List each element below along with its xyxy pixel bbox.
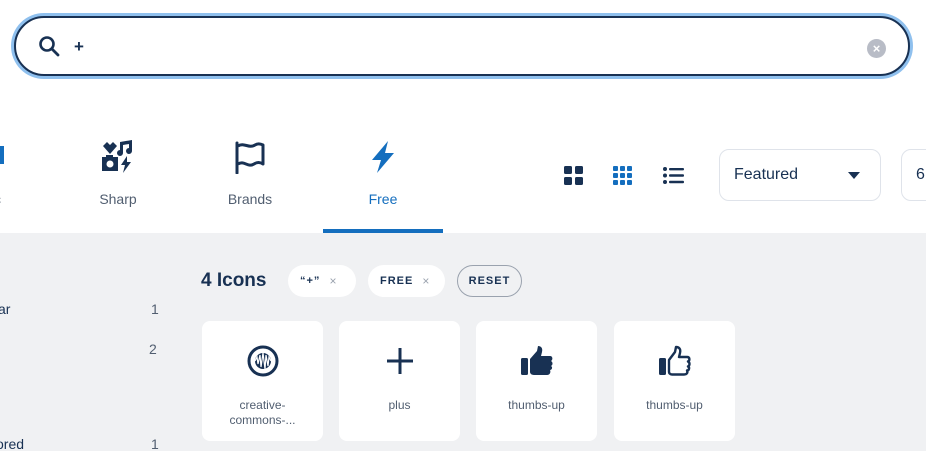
tab-brands[interactable]: Brands bbox=[190, 138, 310, 232]
sort-dropdown[interactable]: Featured bbox=[719, 149, 881, 201]
filter-chip-free[interactable]: FREE × bbox=[368, 265, 445, 297]
close-icon[interactable]: × bbox=[329, 274, 336, 288]
icon-card[interactable]: creative- commons-... bbox=[202, 321, 323, 441]
tab-sharp[interactable]: Sharp bbox=[58, 138, 178, 232]
thumbs-up-regular-icon bbox=[614, 345, 735, 377]
facet-count: 1 bbox=[151, 436, 159, 452]
search-input[interactable] bbox=[72, 32, 856, 62]
bolt-icon bbox=[323, 138, 443, 174]
search-icon bbox=[38, 35, 60, 62]
grid-medium-icon bbox=[612, 165, 632, 185]
chip-label: “+” bbox=[300, 275, 321, 287]
tab-free[interactable]: Free bbox=[323, 138, 443, 232]
thumbs-up-solid-icon bbox=[476, 345, 597, 377]
reset-button[interactable]: RESET bbox=[457, 265, 522, 297]
icon-name: plus bbox=[388, 398, 411, 412]
view-list-button[interactable] bbox=[661, 163, 685, 187]
view-medium-grid-button[interactable] bbox=[610, 163, 634, 187]
icon-name-line: creative- bbox=[239, 398, 286, 412]
tab-free-label: Free bbox=[368, 191, 398, 207]
icon-card[interactable]: thumbs-up bbox=[614, 321, 735, 441]
icon-card[interactable]: plus bbox=[339, 321, 460, 441]
list-icon bbox=[662, 166, 684, 184]
flag-icon bbox=[190, 138, 310, 174]
version-value: 6. bbox=[916, 166, 926, 183]
icon-name: thumbs-up bbox=[646, 398, 703, 412]
classic-icon bbox=[0, 138, 12, 164]
creative-commons-icon bbox=[202, 345, 323, 377]
sharp-icon bbox=[58, 138, 178, 174]
icon-name-line: commons-... bbox=[229, 413, 296, 427]
facet-count: 2 bbox=[149, 341, 157, 357]
sort-selected-label: Featured bbox=[734, 166, 799, 183]
results-count: 4 Icons bbox=[201, 270, 267, 291]
grid-large-icon bbox=[563, 165, 583, 185]
tab-sharp-label: Sharp bbox=[99, 191, 137, 207]
search-bar[interactable]: × bbox=[14, 16, 910, 76]
tab-brands-label: Brands bbox=[227, 191, 273, 207]
icon-name: creative- commons-... bbox=[210, 398, 315, 428]
view-large-grid-button[interactable] bbox=[561, 163, 585, 187]
icon-name: thumbs-up bbox=[508, 398, 565, 412]
chip-label: FREE bbox=[380, 275, 414, 287]
plus-icon bbox=[339, 345, 460, 377]
icon-card[interactable]: thumbs-up bbox=[476, 321, 597, 441]
facet-label[interactable]: ored bbox=[0, 436, 24, 452]
version-dropdown[interactable]: 6. bbox=[901, 149, 926, 201]
results-area bbox=[0, 233, 926, 451]
filter-chip-query[interactable]: “+” × bbox=[288, 265, 356, 297]
tab-classic-label: c bbox=[0, 191, 1, 207]
facet-label[interactable]: ar bbox=[0, 301, 10, 317]
facet-count: 1 bbox=[151, 301, 159, 317]
tab-classic[interactable]: c bbox=[0, 138, 12, 232]
clear-search-button[interactable]: × bbox=[867, 39, 886, 58]
caret-down-icon bbox=[848, 172, 860, 179]
close-icon[interactable]: × bbox=[422, 274, 429, 288]
